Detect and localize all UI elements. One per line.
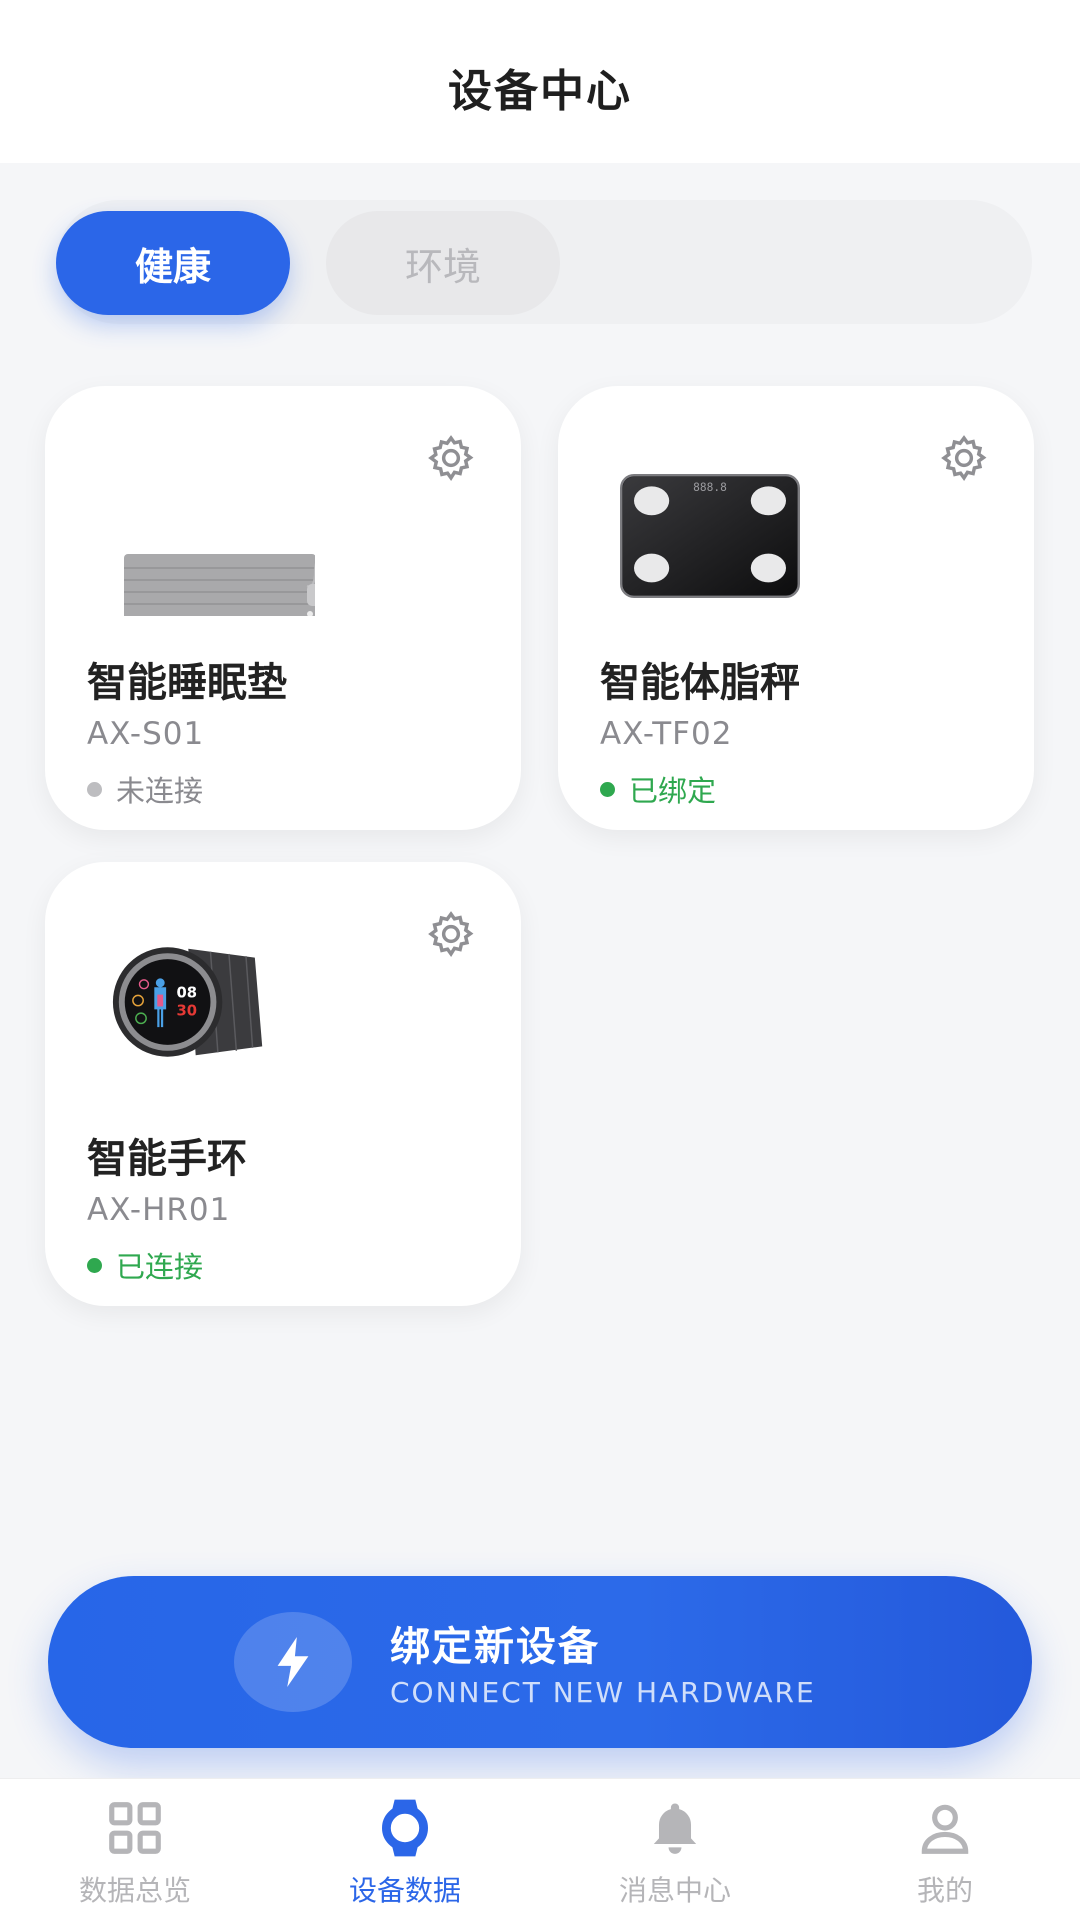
gear-icon[interactable] <box>938 432 990 484</box>
body-fat-scale-image: 888.8 <box>620 474 800 598</box>
bind-new-device-button[interactable]: 绑定新设备 CONNECT NEW HARDWARE <box>48 1576 1032 1748</box>
watch-hour: 08 <box>177 985 198 1002</box>
status-badge: 已绑定 <box>600 768 716 810</box>
nav-label: 我的 <box>916 1874 973 1907</box>
bind-subtitle: CONNECT NEW HARDWARE <box>390 1676 816 1709</box>
gear-icon[interactable] <box>425 908 477 960</box>
smart-watch-image: 08 30 <box>112 947 263 1057</box>
nav-item-device-data[interactable]: 设备数据 <box>270 1779 540 1920</box>
device-center-screen: 设备中心 健康 环境 智能睡眠垫 AX-S01 未连接 888.8 智能体脂秤 … <box>0 0 1080 1920</box>
user-icon <box>921 1804 969 1854</box>
watch-icon <box>382 1799 428 1857</box>
bottom-nav: 数据总览 设备数据 消息中心 我的 <box>0 1778 1080 1920</box>
nav-label: 设备数据 <box>348 1874 461 1907</box>
bind-title: 绑定新设备 <box>390 1624 600 1670</box>
bell-icon <box>653 1803 697 1854</box>
status-text: 未连接 <box>116 774 204 808</box>
status-badge: 已连接 <box>87 1244 203 1286</box>
grid-icon <box>109 1802 161 1854</box>
device-model: AX-S01 <box>87 716 205 752</box>
tab-health[interactable]: 健康 <box>56 211 290 315</box>
lightning-icon <box>277 1637 309 1687</box>
status-dot <box>600 781 615 797</box>
device-card-sleep-pad[interactable]: 智能睡眠垫 AX-S01 未连接 <box>45 386 521 830</box>
device-name: 智能睡眠垫 <box>87 660 287 706</box>
watch-minute: 30 <box>177 1002 198 1019</box>
device-card-smart-watch[interactable]: 08 30 智能手环 AX-HR01 已连接 <box>45 862 521 1306</box>
status-dot <box>87 1257 102 1273</box>
device-model: AX-TF02 <box>600 716 733 752</box>
nav-item-overview[interactable]: 数据总览 <box>0 1779 270 1920</box>
sleep-pad-image <box>124 554 315 616</box>
bolt-icon-badge <box>234 1612 352 1712</box>
status-dot <box>87 781 102 797</box>
nav-item-messages[interactable]: 消息中心 <box>540 1779 810 1920</box>
status-badge: 未连接 <box>87 768 203 810</box>
tab-environment[interactable]: 环境 <box>326 211 560 315</box>
nav-label: 消息中心 <box>618 1874 731 1907</box>
device-card-body-fat-scale[interactable]: 888.8 智能体脂秤 AX-TF02 已绑定 <box>558 386 1034 830</box>
top-bar: 设备中心 <box>0 0 1080 163</box>
device-model: AX-HR01 <box>87 1192 231 1228</box>
nav-item-profile[interactable]: 我的 <box>810 1779 1080 1920</box>
status-text: 已绑定 <box>629 774 717 808</box>
device-name: 智能体脂秤 <box>600 660 800 706</box>
status-text: 已连接 <box>116 1250 204 1284</box>
scale-display: 888.8 <box>693 481 727 494</box>
device-name: 智能手环 <box>87 1136 247 1182</box>
nav-label: 数据总览 <box>78 1874 191 1907</box>
page-title: 设备中心 <box>448 65 632 117</box>
gear-icon[interactable] <box>425 432 477 484</box>
